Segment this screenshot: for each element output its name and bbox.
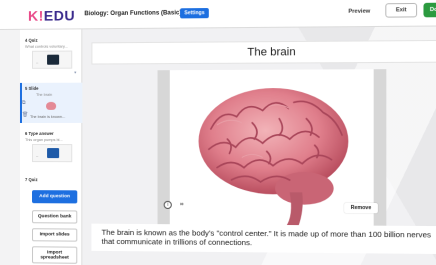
preview-button[interactable]: Preview: [348, 9, 370, 15]
delete-icon[interactable]: 🗑: [22, 112, 28, 118]
top-bar: K!EDU Biology: Organ Functions (Basic) S…: [0, 0, 436, 30]
exit-button[interactable]: Exit: [385, 2, 418, 18]
thumbnail-dash: –: [36, 59, 39, 65]
sidebar-item-7-header[interactable]: 7 Quiz: [25, 177, 38, 182]
logo-text: EDU: [43, 7, 76, 24]
sidebar-item-4-header[interactable]: 4 Quiz: [25, 38, 38, 43]
import-spreadsheet-button[interactable]: Import spreadsheet: [32, 246, 78, 264]
question-bank-button[interactable]: Question bank: [32, 210, 78, 224]
slide-body-text[interactable]: The brain is known as the body's "contro…: [91, 223, 436, 255]
kahoot-logo[interactable]: K!EDU: [28, 7, 75, 23]
thumbnail-image: [47, 148, 60, 159]
remove-image-button[interactable]: Remove: [344, 202, 378, 214]
chevron-down-icon[interactable]: ▾: [74, 70, 76, 75]
sidebar-item-5-header[interactable]: 5 Slide: [25, 86, 39, 91]
logo-k: K!: [27, 7, 44, 24]
slide-canvas: The brain i ⌗ Remove The brain is known …: [82, 26, 436, 265]
sidebar-item-6-preview: This organ pumps bl...: [24, 138, 63, 143]
brain-thumbnail: [46, 101, 57, 110]
sidebar-item-4-thumbnail[interactable]: –: [32, 50, 73, 69]
crop-icon[interactable]: ⌗: [180, 202, 183, 209]
brain-image: [198, 87, 349, 228]
settings-button[interactable]: Settings: [180, 8, 209, 19]
thumbnail-image: [47, 54, 60, 65]
sidebar-item-6-thumbnail[interactable]: –: [32, 144, 73, 163]
import-slides-button[interactable]: Import slides: [32, 228, 78, 242]
thumbnail-dash: –: [36, 153, 39, 159]
sidebar-item-5-caption: The brain is known...: [29, 114, 66, 119]
sidebar-item-6-header[interactable]: 6 Type answer: [25, 131, 54, 136]
app-window: K!EDU Biology: Organ Functions (Basic) S…: [0, 0, 436, 265]
slide-title[interactable]: The brain: [91, 39, 436, 65]
add-question-button[interactable]: Add question: [32, 190, 78, 204]
info-icon[interactable]: i: [163, 200, 172, 210]
duplicate-icon[interactable]: ⧉: [22, 100, 26, 106]
done-button[interactable]: Done: [423, 2, 436, 18]
sidebar-item-4-preview: What controls voluntary...: [24, 44, 68, 49]
quiz-title[interactable]: Biology: Organ Functions (Basic): [84, 10, 181, 17]
